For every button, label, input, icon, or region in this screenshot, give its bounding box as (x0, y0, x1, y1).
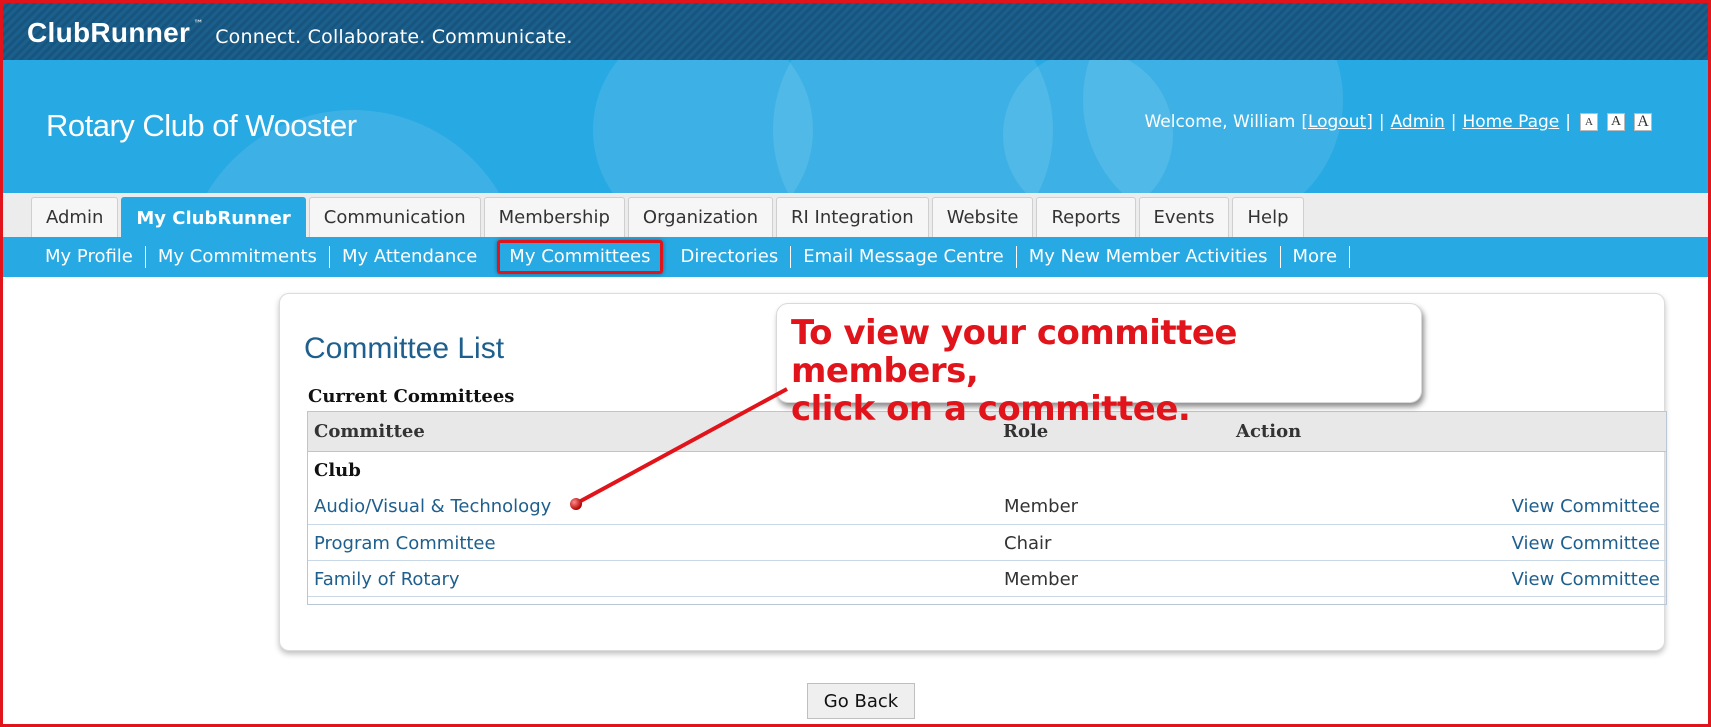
main-tab-strip: Admin My ClubRunner Communication Member… (3, 193, 1708, 238)
tab-help[interactable]: Help (1232, 197, 1304, 237)
committee-role: Member (1004, 569, 1079, 590)
view-committee-link[interactable]: View Committee (1512, 533, 1660, 554)
tab-reports[interactable]: Reports (1036, 197, 1136, 237)
column-committee: Committee (314, 421, 425, 442)
subnav-more[interactable]: More (1281, 246, 1351, 268)
section-heading: Current Committees (308, 386, 515, 407)
committee-role: Chair (1004, 533, 1052, 554)
welcome-text: Welcome, William (1144, 112, 1296, 132)
committee-link[interactable]: Program Committee (314, 533, 496, 554)
font-size-large-button[interactable]: A (1634, 113, 1652, 131)
admin-link[interactable]: Admin (1391, 112, 1445, 132)
tab-ri-integration[interactable]: RI Integration (775, 197, 929, 237)
table-row: Family of Rotary Member View Committee (308, 560, 1666, 596)
table-row: Audio/Visual & Technology Member View Co… (308, 488, 1666, 524)
callout-line-1: To view your committee members, (791, 313, 1237, 391)
tab-organization[interactable]: Organization (627, 197, 773, 237)
subnav-my-committees[interactable]: My Committees (497, 240, 663, 274)
site-header: Rotary Club of Wooster Welcome, William … (3, 60, 1708, 193)
committee-table: Committee Role Action Club Audio/Visual … (307, 411, 1667, 605)
sub-navigation: My Profile My Commitments My Attendance … (3, 237, 1708, 277)
main-tabs: Admin My ClubRunner Communication Member… (31, 197, 1304, 238)
brand-tagline: Connect. Collaborate. Communicate. (215, 26, 573, 48)
subnav-my-profile[interactable]: My Profile (33, 246, 146, 268)
tab-events[interactable]: Events (1138, 197, 1230, 237)
table-row: Program Committee Chair View Committee (308, 524, 1666, 560)
view-committee-link[interactable]: View Committee (1512, 496, 1660, 517)
home-page-link[interactable]: Home Page (1463, 112, 1560, 132)
annotation-callout: To view your committee members, click on… (776, 303, 1422, 428)
go-back-button[interactable]: Go Back (807, 683, 915, 719)
tab-admin[interactable]: Admin (31, 197, 119, 237)
brand-bar: ClubRunner ™ Connect. Collaborate. Commu… (3, 3, 1708, 60)
tab-my-clubrunner[interactable]: My ClubRunner (121, 197, 306, 238)
clubrunner-logo[interactable]: ClubRunner (27, 17, 190, 49)
view-committee-link[interactable]: View Committee (1512, 569, 1660, 590)
separator: | (1565, 112, 1571, 132)
committee-link[interactable]: Audio/Visual & Technology (314, 496, 551, 517)
logout-link[interactable]: Logout (1308, 112, 1366, 132)
subnav-my-new-member-activities[interactable]: My New Member Activities (1017, 246, 1281, 268)
tab-communication[interactable]: Communication (308, 197, 481, 237)
tab-website[interactable]: Website (931, 197, 1034, 237)
separator: | (1450, 112, 1457, 132)
screenshot-frame: ClubRunner ™ Connect. Collaborate. Commu… (0, 0, 1711, 727)
club-name[interactable]: Rotary Club of Wooster (46, 108, 357, 144)
subnav-directories[interactable]: Directories (669, 246, 792, 268)
committee-link[interactable]: Family of Rotary (314, 569, 460, 590)
tab-membership[interactable]: Membership (483, 197, 625, 237)
subnav-my-attendance[interactable]: My Attendance (330, 246, 489, 268)
page-title: Committee List (304, 332, 505, 365)
subnav-my-commitments[interactable]: My Commitments (146, 246, 330, 268)
committee-role: Member (1004, 496, 1079, 517)
user-welcome-bar: Welcome, William [Logout] | Admin | Home… (1144, 112, 1652, 132)
trademark: ™ (193, 19, 204, 30)
separator: | (1378, 112, 1385, 132)
callout-line-2: click on a committee. (791, 389, 1191, 429)
font-size-small-button[interactable]: A (1580, 113, 1598, 131)
group-label: Club (314, 459, 361, 481)
subnav-email-message-centre[interactable]: Email Message Centre (791, 246, 1017, 268)
brand: ClubRunner ™ Connect. Collaborate. Commu… (27, 17, 573, 49)
font-size-medium-button[interactable]: A (1607, 113, 1625, 131)
